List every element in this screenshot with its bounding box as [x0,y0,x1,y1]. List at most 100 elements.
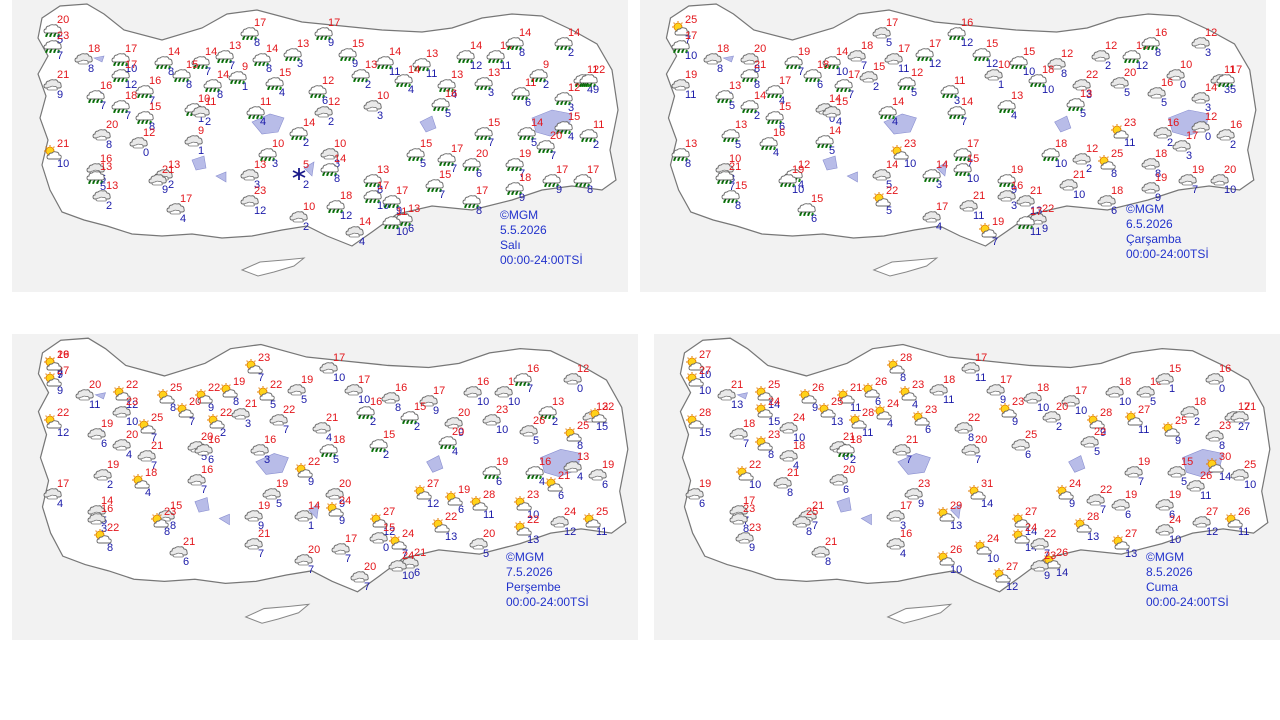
max-temp: 13 [488,67,501,79]
max-temp: 13 [451,69,464,81]
min-temp: 8 [806,526,813,538]
city-forecast: 16 7 [86,81,112,112]
city-forecast: 23 10 [112,397,138,428]
max-temp: 10 [272,138,285,150]
max-temp: 11 [205,96,217,108]
max-temp: 22 [527,514,540,526]
city-forecast: 23 7 [43,31,69,62]
city-forecast: 24 10 [973,534,999,565]
max-temp: 15 [836,96,849,108]
city-forecast: 15 2 [400,402,426,433]
min-temp: 8 [768,449,775,461]
min-temp: 5 [301,394,308,406]
city-forecast: 18 12 [326,191,352,222]
max-temp: 21 [245,398,258,410]
max-temp: 19 [258,500,271,512]
max-temp: 15 [811,193,824,205]
city-forecast: 18 10 [1105,377,1131,408]
city-forecast: 15 6 [797,194,823,225]
min-temp: 7 [1100,504,1107,516]
max-temp: 15 [420,138,433,150]
min-temp: 7 [125,110,132,122]
min-temp: 11 [943,394,955,406]
city-forecast: 25 11 [582,507,608,538]
max-temp: 21 [729,161,742,173]
min-temp: 7 [57,50,64,62]
max-temp: 16 [100,80,113,92]
min-temp: 2 [1194,416,1201,428]
forecast-day: Çarşamba [1126,232,1182,246]
max-temp: 16 [208,434,221,446]
min-temp: 2 [328,116,335,128]
max-temp: 24 [339,495,352,507]
max-temp: 25 [1025,429,1038,441]
max-temp: 18 [125,90,138,102]
city-forecast: 19 6 [444,485,470,516]
city-forecast: 24 10 [779,413,805,444]
max-temp: 19 [1011,164,1024,176]
max-temp: 16 [527,363,540,375]
city-forecast: 22 5 [588,402,614,433]
max-temp: 20 [189,396,202,408]
city-forecast: 10 3 [363,91,389,122]
max-temp: 25 [151,412,164,424]
max-temp: 20 [483,528,496,540]
max-temp: 9 [543,59,550,71]
max-temp: 14 [754,90,767,102]
min-temp: 9 [556,184,563,196]
max-temp: 13 [685,138,698,150]
min-temp: 0 [1219,383,1226,395]
city-forecast: 25 8 [563,421,589,452]
min-temp: 8 [717,63,724,75]
max-temp: 13 [106,180,119,192]
min-temp: 10 [904,158,917,170]
max-temp: 15 [149,101,162,113]
city-forecast: 23 11 [1110,118,1136,149]
city-forecast: 13 5 [1066,89,1092,120]
min-temp: 2 [106,200,113,212]
city-forecast: 15 2 [859,62,885,93]
max-temp: 15 [873,61,886,73]
max-temp: 23 [749,522,762,534]
city-forecast: 13 5 [715,81,741,112]
min-temp: 11 [426,68,438,80]
min-temp: 2 [303,137,310,149]
city-forecast: 28 15 [685,408,711,439]
min-temp: 2 [1086,163,1093,175]
city-forecast: 26 11 [1186,471,1212,502]
max-temp: 18 [793,440,806,452]
max-temp: 22 [107,522,120,534]
max-temp: 10 [377,90,390,102]
city-forecast: 15 8 [721,181,747,212]
city-forecast: 21 7 [892,435,918,466]
max-temp: 19 [1192,164,1205,176]
min-temp: 4 [568,131,575,143]
city-forecast: 20 7 [536,131,562,162]
min-temp: 10 [496,424,509,436]
forecast-day: Cuma [1146,580,1179,594]
city-forecast: 166 [194,435,220,466]
min-temp: 2 [205,116,212,128]
city-forecast: 14 4 [394,65,420,96]
max-temp: 18 [817,59,830,71]
max-temp: 22 [886,185,899,197]
max-temp: 17 [345,533,358,545]
max-temp: 21 [162,164,175,176]
max-temp: 14 [308,500,321,512]
max-temp: 19 [699,478,712,490]
max-temp: 18 [145,467,158,479]
city-forecast: 25 8 [792,507,818,538]
max-temp: 14 [408,64,421,76]
max-temp: 17 [254,17,267,29]
min-temp: 8 [587,184,594,196]
min-temp: 5 [445,108,452,120]
min-temp: 3 [297,58,304,70]
min-temp: 10 [1042,84,1055,96]
city-forecast: 91 [184,126,206,157]
max-temp: 17 [898,43,911,55]
min-temp: 5 [1230,84,1237,96]
min-temp: 6 [183,556,190,568]
max-temp: 19 [685,69,698,81]
max-temp: 21 [825,536,838,548]
min-temp: 4 [452,446,459,458]
